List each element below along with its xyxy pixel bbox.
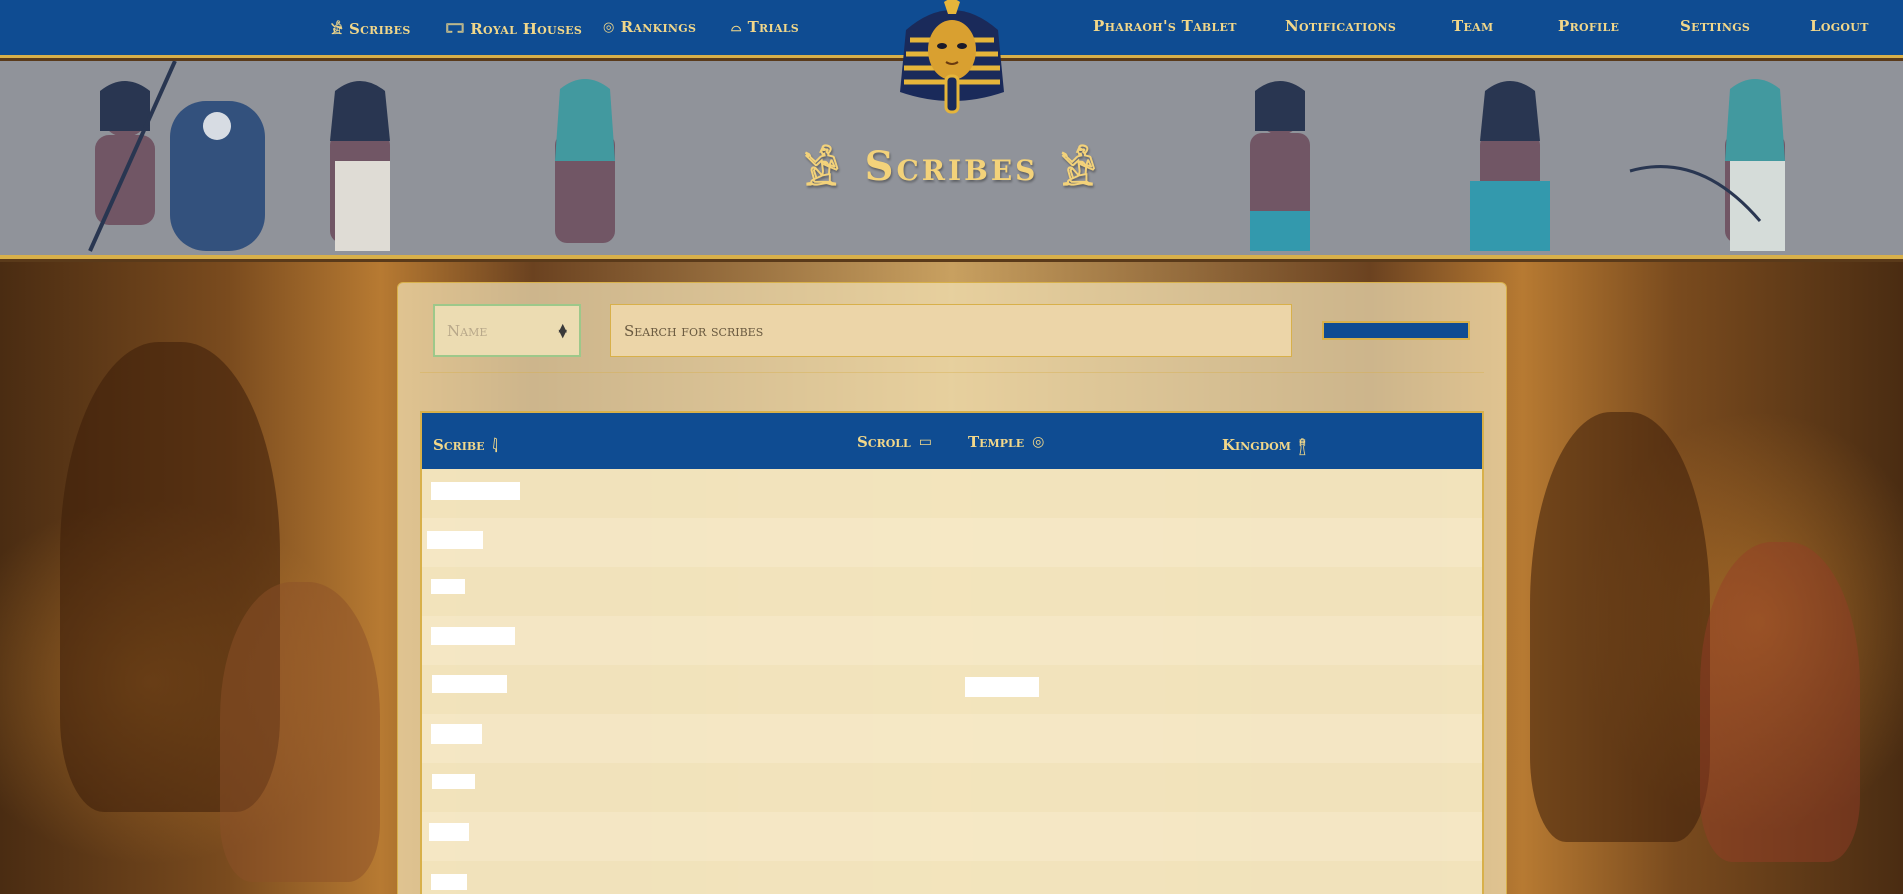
redacted-scribe-name[interactable]	[431, 874, 467, 890]
table-row[interactable]	[422, 469, 1482, 518]
nav-scribes-label: Scribes	[348, 19, 411, 38]
nav-settings[interactable]: Settings	[1680, 17, 1750, 35]
column-header-temple[interactable]: Temple ◎	[968, 433, 1044, 451]
redacted-scribe-name[interactable]	[431, 482, 520, 500]
reeds-icon: 𓇋	[492, 440, 498, 456]
column-header-scribe[interactable]: Scribe 𓇋	[433, 433, 497, 457]
nav-notifications-label: Notifications	[1285, 17, 1397, 35]
column-header-scroll[interactable]: Scroll ▭	[857, 433, 932, 451]
pharaoh-mask-logo[interactable]	[896, 0, 1008, 118]
table-row[interactable]	[422, 763, 1482, 812]
scroll-icon: ▭	[918, 434, 933, 450]
nav-pharaohs-tablet-label: Pharaoh's Tablet	[1093, 17, 1237, 35]
nav-logout-label: Logout	[1810, 17, 1869, 35]
column-header-kingdom-label: Kingdom	[1222, 436, 1291, 454]
divider	[420, 372, 1484, 373]
nav-profile[interactable]: Profile	[1558, 17, 1619, 35]
column-header-scroll-label: Scroll	[857, 433, 911, 451]
column-header-temple-label: Temple	[968, 433, 1025, 451]
table-row[interactable]	[422, 714, 1482, 763]
sun-disc-icon: ◎	[603, 19, 615, 35]
column-header-scribe-label: Scribe	[433, 436, 485, 454]
nav-team-label: Team	[1452, 17, 1494, 35]
page-title: 𓀀 Scribes 𓀀	[0, 133, 1903, 199]
redacted-scribe-name[interactable]	[432, 774, 475, 789]
redacted-scribe-name[interactable]	[431, 627, 515, 645]
nav-notifications[interactable]: Notifications	[1285, 17, 1396, 35]
scribe-icon: 𓀀	[1060, 148, 1100, 195]
table-row[interactable]	[422, 616, 1482, 665]
scribes-table: Scribe 𓇋 Scroll ▭ Temple ◎ Kingdom 𓊽	[420, 411, 1484, 894]
sun-disc-icon: ◎	[1032, 434, 1045, 450]
search-button[interactable]	[1322, 321, 1470, 340]
table-row[interactable]	[422, 567, 1482, 616]
nav-royal-houses[interactable]: 𓉐 Royal Houses	[446, 18, 582, 39]
nav-trials[interactable]: ⌓ Trials	[731, 18, 799, 36]
nav-profile-label: Profile	[1558, 17, 1620, 35]
redacted-scribe-name[interactable]	[429, 823, 469, 841]
table-row[interactable]	[422, 518, 1482, 567]
redacted-temple-name[interactable]	[965, 677, 1039, 697]
nav-royal-houses-label: Royal Houses	[470, 19, 583, 38]
redacted-scribe-name[interactable]	[431, 724, 482, 744]
nav-team[interactable]: Team	[1452, 17, 1493, 35]
table-header: Scribe 𓇋 Scroll ▭ Temple ◎ Kingdom 𓊽	[422, 413, 1482, 469]
obelisk-icon: 𓉐	[446, 23, 465, 38]
scribe-icon: 𓀀	[803, 148, 843, 195]
page-title-text: Scribes	[864, 142, 1039, 190]
sort-select[interactable]: Name ▲ ▼	[433, 304, 581, 357]
redacted-scribe-name[interactable]	[431, 579, 465, 594]
table-row[interactable]	[422, 665, 1482, 714]
redacted-scribe-name[interactable]	[427, 531, 483, 549]
table-row[interactable]	[422, 861, 1482, 894]
nav-settings-label: Settings	[1680, 17, 1751, 35]
redacted-scribe-name[interactable]	[432, 675, 507, 693]
nav-trials-label: Trials	[747, 18, 800, 36]
table-row[interactable]	[422, 812, 1482, 861]
search-input[interactable]	[610, 304, 1292, 357]
chevron-up-down-icon: ▲ ▼	[558, 320, 567, 340]
pillar-icon: 𓊽	[1298, 440, 1306, 456]
column-header-kingdom[interactable]: Kingdom 𓊽	[1222, 433, 1306, 457]
scribe-icon: 𓀀	[331, 23, 343, 38]
sort-select-value: Name	[447, 321, 488, 340]
nav-rankings[interactable]: ◎ Rankings	[603, 18, 696, 36]
nav-rankings-label: Rankings	[620, 18, 697, 36]
bread-icon: ⌓	[731, 19, 742, 35]
nav-pharaohs-tablet[interactable]: Pharaoh's Tablet	[1093, 17, 1237, 35]
nav-logout[interactable]: Logout	[1810, 17, 1869, 35]
nav-scribes[interactable]: 𓀀 Scribes	[331, 18, 411, 39]
